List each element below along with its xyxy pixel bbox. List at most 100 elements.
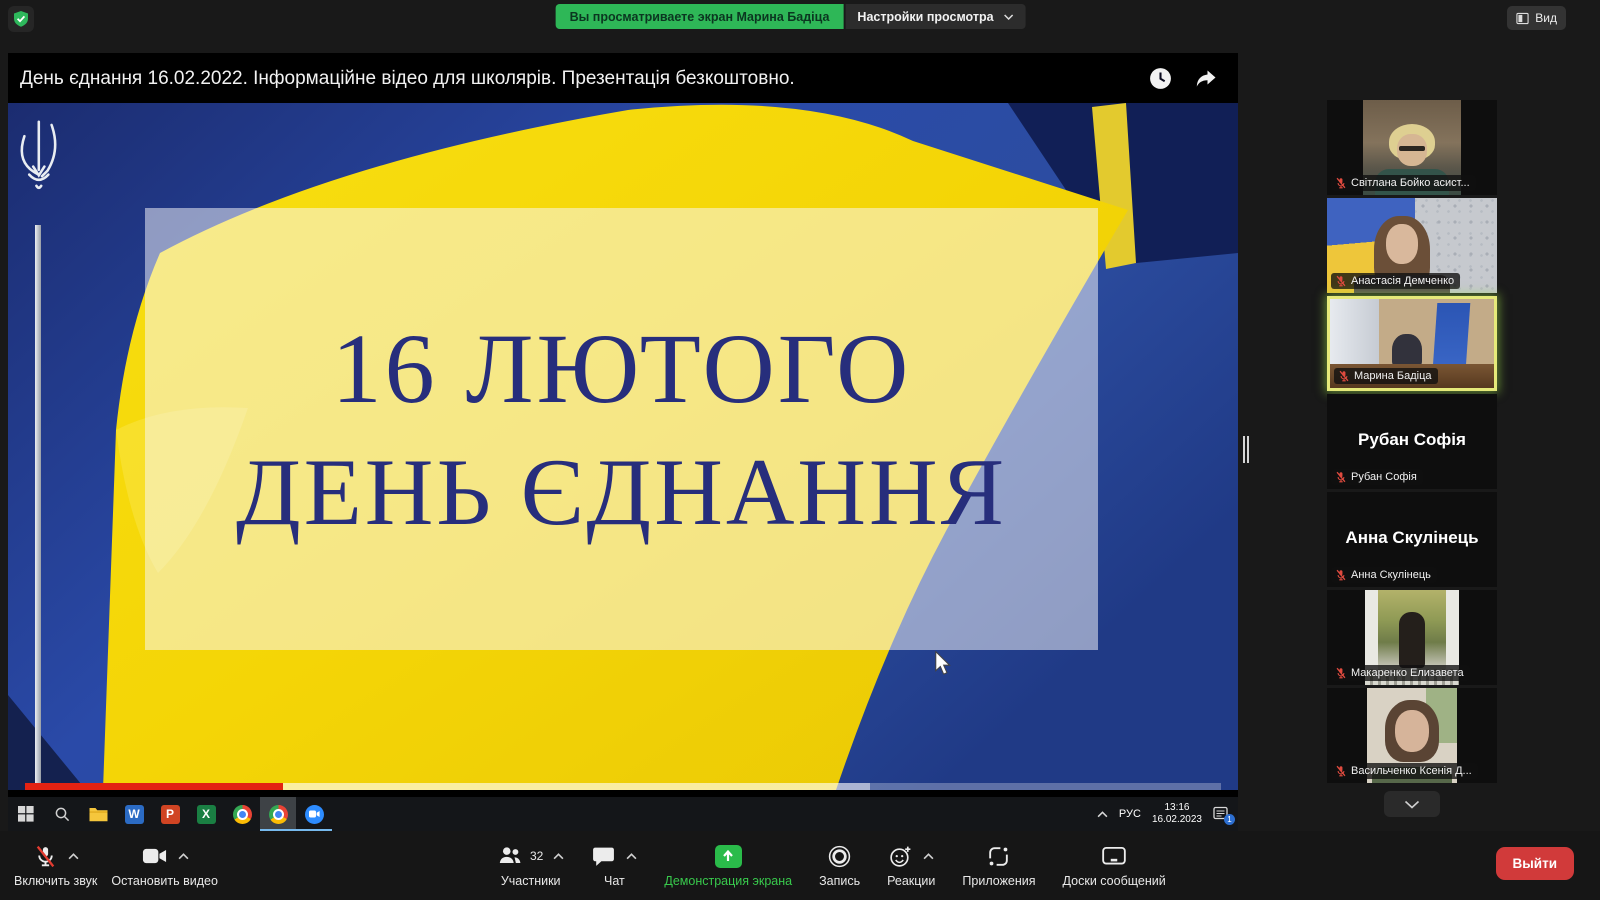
chrome-active-icon xyxy=(260,797,296,831)
toolbar-center-group: 32 Участники Чат xyxy=(497,831,1166,900)
participant-display-name: Анна Скулінець xyxy=(1327,528,1497,548)
slide-line-2: ДЕНЬ ЄДНАННЯ xyxy=(236,445,1007,540)
watch-later-icon xyxy=(1148,66,1173,91)
participant-display-name: Рубан Софія xyxy=(1327,430,1497,450)
screen-share-banner-group: Вы просматриваете экран Марина Бадіца На… xyxy=(556,4,1026,29)
panel-resize-handle[interactable] xyxy=(1243,436,1249,463)
whiteboards-label: Доски сообщений xyxy=(1063,874,1166,888)
reactions-label: Реакции xyxy=(887,874,935,888)
participant-name: Анна Скулінець xyxy=(1351,569,1431,581)
zoom-app-icon xyxy=(296,797,332,831)
apps-button[interactable]: Приложения xyxy=(962,843,1035,888)
participant-tile-maryna-baditsa[interactable]: Марина Бадіца xyxy=(1327,296,1497,391)
video-progress-played xyxy=(25,783,283,790)
security-shield-button[interactable] xyxy=(8,6,34,32)
participants-button[interactable]: 32 Участники xyxy=(497,843,564,888)
start-button xyxy=(8,797,44,831)
tray-expand-icon xyxy=(1097,811,1108,818)
mic-muted-icon xyxy=(1335,471,1347,483)
slide-text-box: 16 ЛЮТОГО ДЕНЬ ЄДНАННЯ xyxy=(145,208,1098,650)
participant-nameplate: Макаренко Елизавета xyxy=(1331,665,1470,681)
tray-language: РУС xyxy=(1119,808,1141,820)
scroll-participants-down-button[interactable] xyxy=(1384,791,1440,817)
participant-name: Рубан Софія xyxy=(1351,471,1417,483)
chevron-up-icon[interactable] xyxy=(68,853,79,860)
windows-taskbar: W P X РУС 13:16 16.02.2023 xyxy=(8,797,1238,831)
view-button-label: Вид xyxy=(1535,11,1557,25)
participant-tile-svitlana-boiko[interactable]: Світлана Бойко асист... xyxy=(1327,100,1497,195)
trident-emblem xyxy=(10,109,66,229)
powerpoint-icon: P xyxy=(152,797,188,831)
folder-icon xyxy=(89,806,108,822)
file-explorer-icon xyxy=(80,797,116,831)
view-settings-label: Настройки просмотра xyxy=(857,10,993,24)
participant-tile-vasylchenko-kseniia[interactable]: Васильченко Ксенія Д... xyxy=(1327,688,1497,783)
apps-label: Приложения xyxy=(962,874,1035,888)
screen-share-banner: Вы просматриваете экран Марина Бадіца xyxy=(556,4,844,29)
chevron-up-icon[interactable] xyxy=(923,853,934,860)
apps-icon xyxy=(986,844,1011,869)
participant-name: Світлана Бойко асист... xyxy=(1351,177,1470,189)
camera-glyph-icon xyxy=(309,810,320,818)
chevron-up-icon[interactable] xyxy=(553,853,564,860)
chevron-up-icon[interactable] xyxy=(626,853,637,860)
zoom-toolbar: Включить звук Остановить видео xyxy=(0,831,1600,900)
zoom-meeting-window: { "top_bar": { "share_banner": "Вы просм… xyxy=(0,0,1600,900)
chat-icon xyxy=(591,845,616,868)
video-progress-remaining xyxy=(870,783,1221,790)
mic-muted-icon xyxy=(1335,177,1347,189)
notification-center-icon: 1 xyxy=(1213,806,1230,822)
participant-nameplate: Васильченко Ксенія Д... xyxy=(1331,763,1478,779)
participant-tile-anastasiia-demchenko[interactable]: Анастасія Демченко xyxy=(1327,198,1497,293)
shared-screen: День єднання 16.02.2022. Інформаційне ві… xyxy=(8,53,1238,831)
shield-check-icon xyxy=(12,10,30,28)
stop-video-label: Остановить видео xyxy=(111,874,218,888)
participant-nameplate: Рубан Софія xyxy=(1331,469,1423,485)
participant-nameplate: Анна Скулінець xyxy=(1331,567,1437,583)
slide-line-1: 16 ЛЮТОГО xyxy=(332,319,912,419)
chat-button[interactable]: Чат xyxy=(591,843,637,888)
video-progress-buffered xyxy=(283,783,870,790)
participant-tile-anna-skulinets[interactable]: Анна Скулінець Анна Скулінець xyxy=(1327,492,1497,587)
participant-name: Анастасія Демченко xyxy=(1351,275,1454,287)
notification-badge: 1 xyxy=(1224,814,1235,825)
tray-date-value: 16.02.2023 xyxy=(1152,814,1202,826)
share-screen-icon xyxy=(715,845,742,868)
participant-nameplate: Марина Бадіца xyxy=(1334,368,1438,384)
reactions-button[interactable]: Реакции xyxy=(887,843,935,888)
unmute-label: Включить звук xyxy=(14,874,97,888)
participant-nameplate: Світлана Бойко асист... xyxy=(1331,175,1476,191)
record-label: Запись xyxy=(819,874,860,888)
chrome-icon xyxy=(224,797,260,831)
chevron-up-icon[interactable] xyxy=(178,853,189,860)
record-button[interactable]: Запись xyxy=(819,843,860,888)
chevron-down-icon xyxy=(1404,800,1420,809)
participant-nameplate: Анастасія Демченко xyxy=(1331,273,1460,289)
participants-icon xyxy=(497,844,523,868)
search-icon xyxy=(54,806,71,823)
grid-view-icon xyxy=(1516,12,1529,25)
system-tray: РУС 13:16 16.02.2023 1 xyxy=(1097,802,1238,826)
leave-button[interactable]: Выйти xyxy=(1496,847,1575,880)
mic-muted-icon xyxy=(1335,765,1347,777)
record-icon xyxy=(827,844,852,869)
mouse-cursor xyxy=(934,651,952,676)
meeting-top-bar: Вы просматриваете экран Марина Бадіца На… xyxy=(0,0,1600,34)
participant-name: Васильченко Ксенія Д... xyxy=(1351,765,1472,777)
participants-label: Участники xyxy=(501,874,561,888)
video-overlay-icons xyxy=(1148,66,1220,91)
unmute-button[interactable]: Включить звук xyxy=(14,843,97,888)
windows-logo-icon xyxy=(18,806,34,822)
word-icon: W xyxy=(116,797,152,831)
view-settings-button[interactable]: Настройки просмотра xyxy=(845,4,1025,29)
whiteboards-button[interactable]: Доски сообщений xyxy=(1063,843,1166,888)
chat-label: Чат xyxy=(604,874,625,888)
participant-tile-ruban-sofiia[interactable]: Рубан Софія Рубан Софія xyxy=(1327,394,1497,489)
stop-video-button[interactable]: Остановить видео xyxy=(111,843,218,888)
participant-tile-makarenko-elizaveta[interactable]: Макаренко Елизавета xyxy=(1327,590,1497,685)
participants-count: 32 xyxy=(530,849,543,863)
view-button[interactable]: Вид xyxy=(1507,6,1566,30)
share-screen-button[interactable]: Демонстрация экрана xyxy=(664,843,792,888)
taskbar-search xyxy=(44,797,80,831)
excel-icon: X xyxy=(188,797,224,831)
